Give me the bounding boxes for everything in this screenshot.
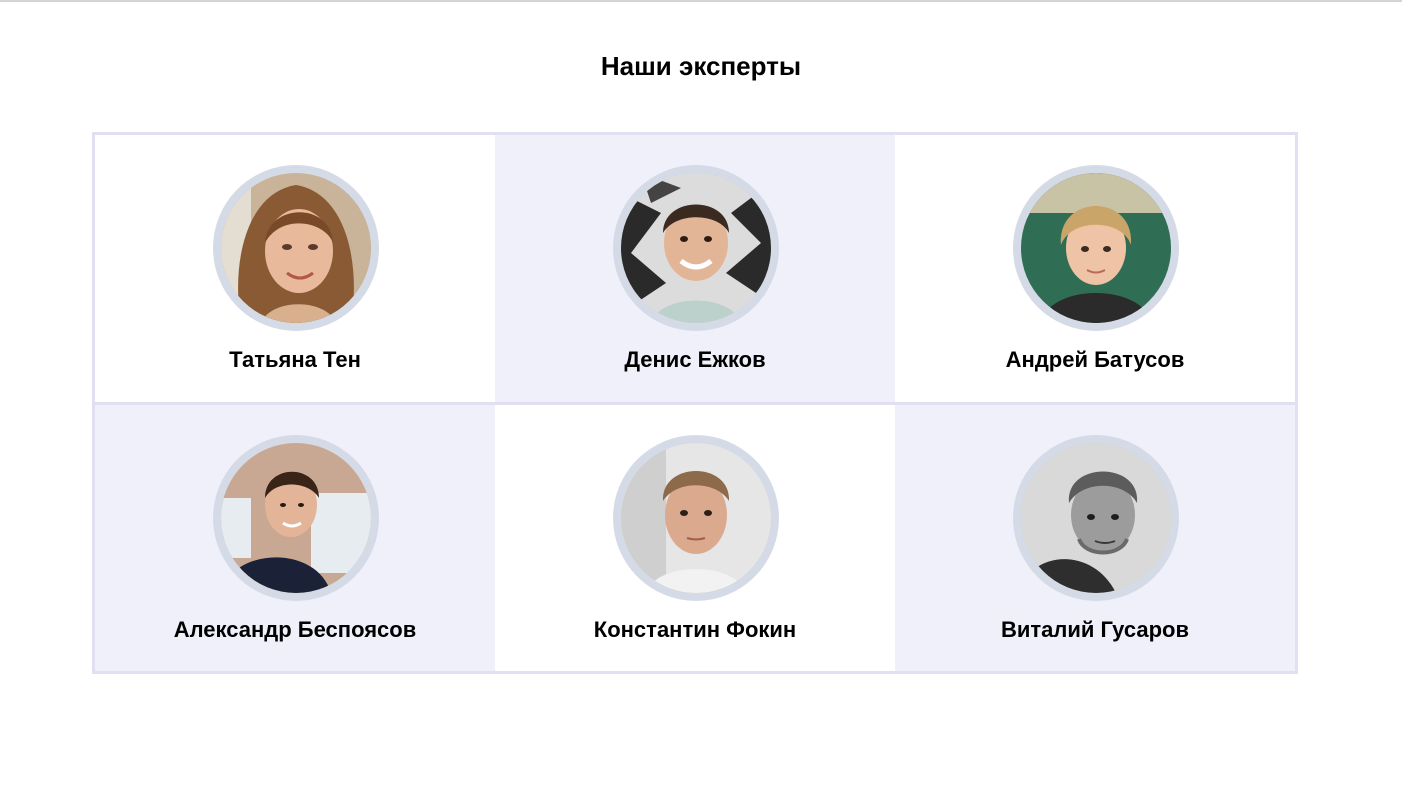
expert-photo [1013, 165, 1179, 331]
expert-photo [213, 165, 379, 331]
expert-name: Денис Ежков [624, 347, 766, 372]
expert-photo-image [621, 173, 771, 323]
experts-grid: Татьяна Тен Денис Ежков Андрей Батусов А… [92, 132, 1298, 674]
expert-photo [613, 165, 779, 331]
expert-photo-image [621, 443, 771, 593]
expert-card: Денис Ежков [495, 135, 895, 402]
expert-name: Виталий Гусаров [1000, 617, 1190, 642]
expert-name: Александр Беспоясов [173, 617, 417, 642]
expert-photo-image [221, 173, 371, 323]
expert-photo-image [1021, 443, 1171, 593]
expert-photo [213, 435, 379, 601]
top-divider [0, 0, 1402, 2]
expert-name: Константин Фокин [593, 617, 797, 642]
expert-card: Татьяна Тен [95, 135, 495, 402]
expert-card: Андрей Батусов [895, 135, 1295, 402]
expert-photo-image [221, 443, 371, 593]
expert-name: Андрей Батусов [1005, 347, 1185, 372]
expert-photo [613, 435, 779, 601]
expert-name: Татьяна Тен [229, 347, 361, 372]
section-title: Наши эксперты [600, 51, 802, 81]
expert-photo-image [1021, 173, 1171, 323]
expert-card: Виталий Гусаров [895, 405, 1295, 671]
expert-card: Александр Беспоясов [95, 405, 495, 671]
expert-photo [1013, 435, 1179, 601]
expert-card: Константин Фокин [495, 405, 895, 671]
